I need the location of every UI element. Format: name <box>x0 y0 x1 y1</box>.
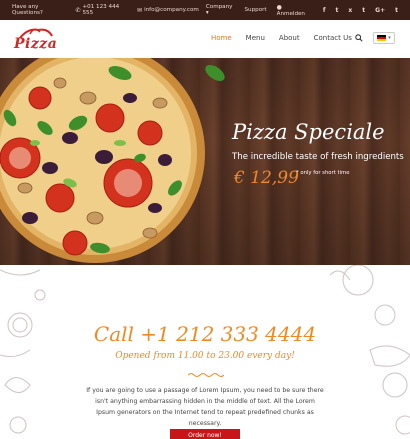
phone-icon: ✆ <box>75 6 81 14</box>
tumblr-icon-2[interactable]: t <box>395 7 398 14</box>
logo-text: Pizza <box>14 36 58 52</box>
phone-text: +01 123 444 555 <box>82 4 120 16</box>
facebook-icon[interactable]: f <box>323 7 326 14</box>
hero-banner: Pizza Speciale The incredible taste of f… <box>0 58 410 265</box>
user-icon: ● <box>276 3 282 11</box>
question-text: Have any Questions? <box>12 4 43 16</box>
order-now-button[interactable]: Order now! <box>170 429 240 439</box>
hero-title: Pizza Speciale <box>232 120 385 144</box>
main-header: Pizza Home Menu About Contact Us ▾ <box>0 20 410 58</box>
opening-hours: Opened from 11.00 to 23.00 every day! <box>115 351 295 361</box>
company-menu[interactable]: Company ▾ <box>206 4 235 16</box>
email-text: info@company.com <box>144 7 199 13</box>
main-nav: Home Menu About Contact Us <box>211 34 366 42</box>
pizza-logo[interactable]: Pizza <box>14 26 58 54</box>
nav-menu[interactable]: Menu <box>246 34 265 42</box>
top-bar: Have any Questions? ✆ +01 123 444 555 ✉ … <box>0 0 410 20</box>
mail-icon: ✉ <box>137 6 143 14</box>
call-section: Call +1 212 333 4444 Opened from 11.00 t… <box>0 265 410 439</box>
googleplus-icon[interactable]: G+ <box>375 7 385 14</box>
language-selector[interactable]: ▾ <box>373 32 395 44</box>
x-icon[interactable]: x <box>348 7 352 14</box>
nav-home[interactable]: Home <box>211 34 232 42</box>
phone-link[interactable]: ✆ +01 123 444 555 <box>75 4 130 16</box>
intro-paragraph: If you are going to use a passage of Lor… <box>86 387 324 427</box>
support-link[interactable]: Support <box>245 7 267 13</box>
twitter-icon[interactable]: t <box>336 7 339 14</box>
hero-price: € 12,99 <box>234 168 299 188</box>
email-link[interactable]: ✉ info@company.com <box>137 7 199 14</box>
search-icon[interactable] <box>355 34 363 42</box>
germany-flag-icon <box>377 35 387 41</box>
wave-divider <box>188 373 224 377</box>
login-link[interactable]: ● Anmelden <box>277 4 311 17</box>
hero-subtitle: The incredible taste of fresh ingredient… <box>232 152 404 162</box>
call-heading: Call +1 212 333 4444 <box>93 322 317 346</box>
price-note: * only for short time <box>296 170 350 176</box>
tumblr-icon[interactable]: t <box>362 7 365 14</box>
nav-contact[interactable]: Contact Us <box>314 34 352 42</box>
social-links: f t x t G+ t <box>323 7 398 14</box>
nav-about[interactable]: About <box>279 34 300 42</box>
chevron-down-icon: ▾ <box>388 35 391 41</box>
